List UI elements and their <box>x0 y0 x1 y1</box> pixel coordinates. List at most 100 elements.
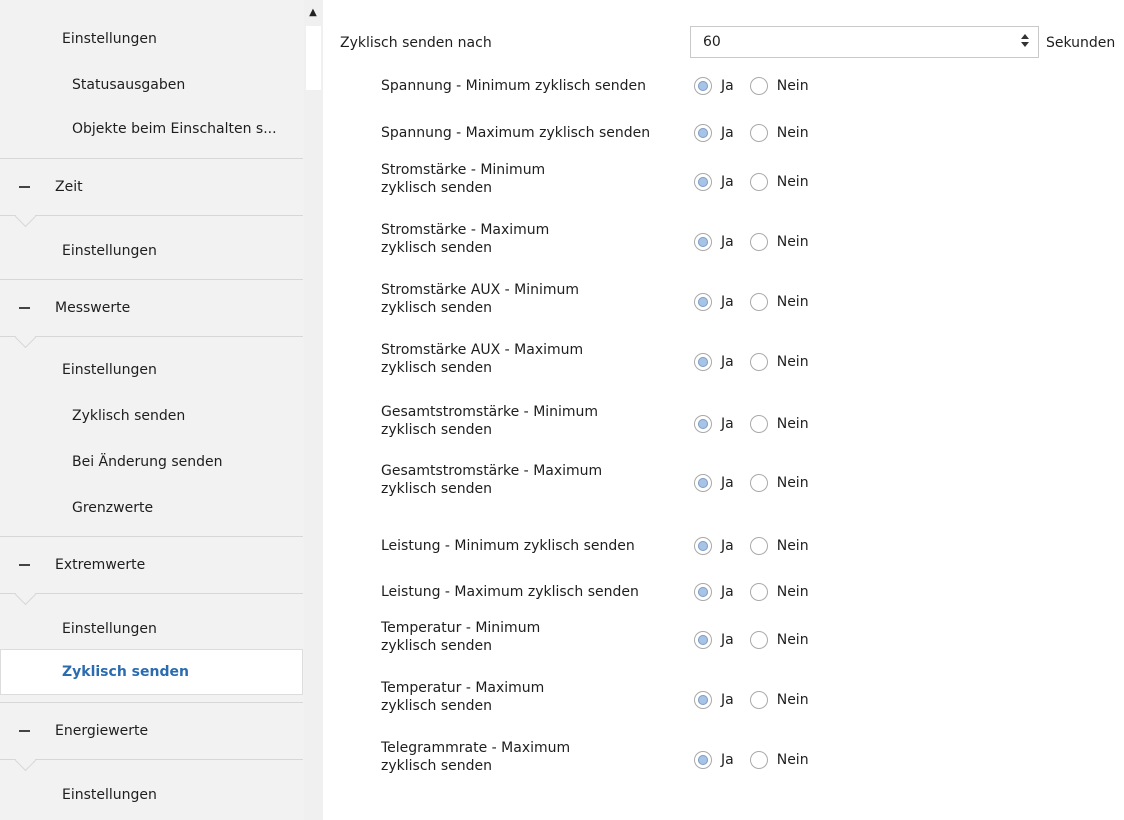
param-label: Stromstärke AUX - Maximum zyklisch sende… <box>381 342 584 376</box>
radio-ja-label[interactable]: Ja <box>721 692 734 708</box>
nav-item-grenzwerte[interactable]: Grenzwerte <box>0 485 303 531</box>
radio-nein[interactable] <box>749 77 768 95</box>
radio-ja-label[interactable]: Ja <box>721 294 734 310</box>
radio-ja[interactable] <box>694 353 712 371</box>
radio-nein[interactable] <box>749 173 768 191</box>
nav-item-objekte-beim-einschalten[interactable]: Objekte beim Einschalten s... <box>0 106 303 152</box>
scroll-up-arrow-icon[interactable]: ▲ <box>305 4 321 20</box>
radio-nein-label[interactable]: Nein <box>777 475 809 491</box>
nav-section-extremwerte[interactable]: Extremwerte <box>0 536 303 606</box>
radio-ja-label[interactable]: Ja <box>721 584 734 600</box>
param-radio-group: Ja Nein <box>694 171 825 193</box>
radio-ja[interactable] <box>694 537 712 555</box>
radio-ja-label[interactable]: Ja <box>721 174 734 190</box>
param-label: Gesamtstromstärke - Maximum zyklisch sen… <box>381 463 603 497</box>
radio-nein[interactable] <box>749 415 768 433</box>
cycle-time-input[interactable]: 60 <box>690 26 1039 58</box>
param-radio-group: Ja Nein <box>694 472 825 494</box>
radio-nein-label[interactable]: Nein <box>777 752 809 768</box>
param-radio-group: Ja Nein <box>694 535 825 557</box>
scrollbar-thumb[interactable] <box>306 26 321 90</box>
spin-down-icon[interactable] <box>1021 42 1029 47</box>
radio-ja[interactable] <box>694 751 712 769</box>
radio-nein[interactable] <box>749 474 768 492</box>
nav-item-energiewerte-einstellungen[interactable]: Einstellungen <box>0 772 303 818</box>
radio-nein-label[interactable]: Nein <box>777 692 809 708</box>
radio-ja[interactable] <box>694 293 712 311</box>
param-label: Stromstärke - Maximum zyklisch senden <box>381 222 550 256</box>
nav-section-zeit[interactable]: Zeit <box>0 158 303 228</box>
radio-ja[interactable] <box>694 233 712 251</box>
collapse-icon[interactable] <box>19 307 30 309</box>
radio-ja-label[interactable]: Ja <box>721 475 734 491</box>
param-label: Spannung - Minimum zyklisch senden <box>381 78 647 94</box>
navigation-tree: Einstellungen Statusausgaben Objekte bei… <box>0 0 304 820</box>
radio-ja[interactable] <box>694 77 712 95</box>
radio-ja-label[interactable]: Ja <box>721 416 734 432</box>
param-label: Temperatur - Minimum zyklisch senden <box>381 620 541 654</box>
nav-item-label: Statusausgaben <box>72 77 186 93</box>
section-notch <box>14 583 37 606</box>
radio-ja-label[interactable]: Ja <box>721 78 734 94</box>
radio-ja[interactable] <box>694 691 712 709</box>
radio-nein[interactable] <box>749 293 768 311</box>
radio-nein[interactable] <box>749 691 768 709</box>
radio-ja[interactable] <box>694 583 712 601</box>
radio-nein[interactable] <box>749 537 768 555</box>
radio-nein[interactable] <box>749 751 768 769</box>
nav-scrollbar[interactable] <box>304 0 323 820</box>
param-radio-group: Ja Nein <box>694 291 825 313</box>
nav-section-messwerte[interactable]: Messwerte <box>0 279 303 349</box>
spin-up-icon[interactable] <box>1021 34 1029 39</box>
radio-ja[interactable] <box>694 415 712 433</box>
param-radio-group: Ja Nein <box>694 75 825 97</box>
radio-ja[interactable] <box>694 124 712 142</box>
radio-nein[interactable] <box>749 631 768 649</box>
radio-nein-label[interactable]: Nein <box>777 538 809 554</box>
radio-nein-label[interactable]: Nein <box>777 174 809 190</box>
radio-nein[interactable] <box>749 233 768 251</box>
param-radio-group: Ja Nein <box>694 581 825 603</box>
nav-item-extremwerte-zyklisch-senden[interactable]: Zyklisch senden <box>0 649 303 695</box>
section-notch <box>14 205 37 228</box>
radio-nein-label[interactable]: Nein <box>777 294 809 310</box>
radio-nein-label[interactable]: Nein <box>777 234 809 250</box>
nav-item-statusausgaben[interactable]: Statusausgaben <box>0 62 303 108</box>
radio-ja[interactable] <box>694 631 712 649</box>
radio-ja-label[interactable]: Ja <box>721 752 734 768</box>
radio-ja-label[interactable]: Ja <box>721 234 734 250</box>
radio-nein-label[interactable]: Nein <box>777 584 809 600</box>
radio-ja-label[interactable]: Ja <box>721 125 734 141</box>
nav-item-messwerte-einstellungen[interactable]: Einstellungen <box>0 347 303 393</box>
nav-section-title: Energiewerte <box>55 723 149 739</box>
radio-nein[interactable] <box>749 124 768 142</box>
nav-section-energiewerte[interactable]: Energiewerte <box>0 702 303 772</box>
nav-item-zyklisch-senden[interactable]: Zyklisch senden <box>0 393 303 439</box>
spinner-icon[interactable] <box>1020 32 1030 54</box>
param-label: Leistung - Maximum zyklisch senden <box>381 584 639 600</box>
nav-item-bei-aenderung-senden[interactable]: Bei Änderung senden <box>0 439 303 485</box>
radio-nein-label[interactable]: Nein <box>777 416 809 432</box>
radio-nein-label[interactable]: Nein <box>777 125 809 141</box>
radio-nein-label[interactable]: Nein <box>777 354 809 370</box>
radio-nein-label[interactable]: Nein <box>777 632 809 648</box>
nav-item-zeit-einstellungen[interactable]: Einstellungen <box>0 228 303 274</box>
radio-ja-label[interactable]: Ja <box>721 632 734 648</box>
radio-ja-label[interactable]: Ja <box>721 354 734 370</box>
radio-ja-label[interactable]: Ja <box>721 538 734 554</box>
collapse-icon[interactable] <box>19 186 30 188</box>
param-label: Stromstärke - Minimum zyklisch senden <box>381 162 546 196</box>
radio-nein[interactable] <box>749 583 768 601</box>
nav-item-einstellungen[interactable]: Einstellungen <box>0 16 303 62</box>
nav-item-label: Einstellungen <box>62 243 157 259</box>
param-radio-group: Ja Nein <box>694 231 825 253</box>
nav-item-label: Grenzwerte <box>72 500 154 516</box>
radio-ja[interactable] <box>694 474 712 492</box>
radio-nein-label[interactable]: Nein <box>777 78 809 94</box>
radio-ja[interactable] <box>694 173 712 191</box>
collapse-icon[interactable] <box>19 730 30 732</box>
collapse-icon[interactable] <box>19 564 30 566</box>
param-label: Stromstärke AUX - Minimum zyklisch sende… <box>381 282 580 316</box>
radio-nein[interactable] <box>749 353 768 371</box>
nav-item-extremwerte-einstellungen[interactable]: Einstellungen <box>0 606 303 652</box>
